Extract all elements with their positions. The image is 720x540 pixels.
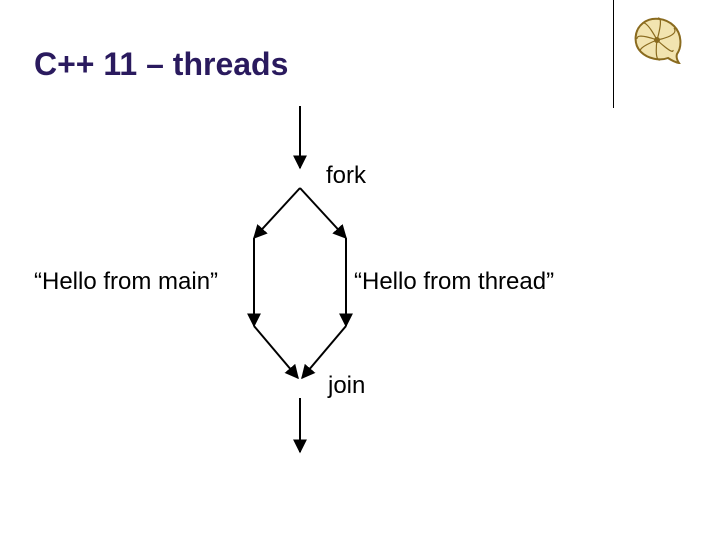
edge-fork-left: [254, 188, 300, 238]
edge-join-left: [254, 326, 298, 378]
edge-join-right: [302, 326, 346, 378]
fork-join-diagram: [0, 0, 720, 540]
edge-fork-right: [300, 188, 346, 238]
